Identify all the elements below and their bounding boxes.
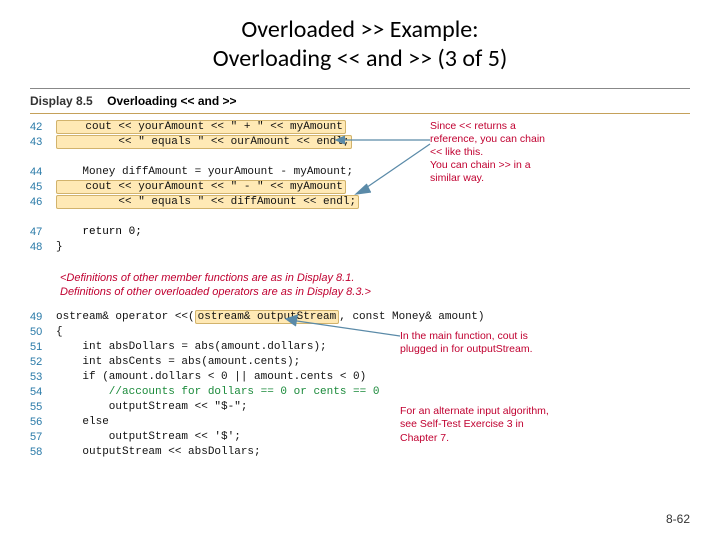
line-number: 42 [30, 120, 56, 135]
line-number: 46 [30, 195, 56, 210]
slide-title: Overloaded >> Example: Overloading << an… [30, 16, 690, 74]
line-number: 51 [30, 340, 56, 355]
line-number: 57 [30, 430, 56, 445]
arrow-icon [280, 314, 410, 344]
code-line: { [56, 325, 63, 340]
note-main-cout: In the main function, cout is plugged in… [400, 330, 600, 356]
code-line: Money diffAmount = yourAmount - myAmount… [56, 165, 353, 180]
code-line: outputStream << "$-"; [56, 400, 247, 415]
code-area: 42 cout << yourAmount << " + " << myAmou… [30, 120, 690, 461]
code-line: outputStream << absDollars; [56, 445, 261, 460]
line-number: 49 [30, 310, 56, 325]
title-line-2: Overloading << and >> (3 of 5) [213, 44, 507, 73]
code-line: return 0; [56, 225, 142, 240]
note-alt-input: For an alternate input algorithm, see Se… [400, 405, 610, 444]
code-line: << " equals " << diffAmount << endl; [56, 195, 359, 210]
note-mid-definitions: <Definitions of other member functions a… [60, 271, 720, 301]
display-title: Overloading << and >> [107, 94, 236, 108]
line-number: 53 [30, 370, 56, 385]
display-label: Display 8.5 [30, 94, 93, 108]
code-line: //accounts for dollars == 0 or cents == … [56, 385, 379, 400]
code-block-2: 49 ostream& operator <<(ostream& outputS… [30, 310, 690, 460]
code-line: else [56, 415, 109, 430]
title-line-1: Overloaded >> Example: [241, 15, 478, 44]
note-chain: Since << returns a reference, you can ch… [430, 120, 610, 186]
line-number: 58 [30, 445, 56, 460]
code-line: if (amount.dollars < 0 || amount.cents <… [56, 370, 366, 385]
line-number: 48 [30, 240, 56, 255]
line-number: 43 [30, 135, 56, 150]
line-number: 47 [30, 225, 56, 240]
page-number: 8-62 [666, 512, 690, 526]
display-header: Display 8.5 Overloading << and >> [30, 88, 690, 114]
line-number: 50 [30, 325, 56, 340]
code-line: int absCents = abs(amount.cents); [56, 355, 300, 370]
line-number: 52 [30, 355, 56, 370]
line-number: 45 [30, 180, 56, 195]
arrow-icon [330, 132, 440, 202]
code-line: cout << yourAmount << " + " << myAmount [56, 120, 346, 135]
line-number: 56 [30, 415, 56, 430]
code-line: cout << yourAmount << " - " << myAmount [56, 180, 346, 195]
code-line: } [56, 240, 63, 255]
code-line: outputStream << '$'; [56, 430, 241, 445]
code-line: ostream& operator <<(ostream& outputStre… [56, 310, 484, 325]
code-line: << " equals " << ourAmount << endl; [56, 135, 352, 150]
line-number: 55 [30, 400, 56, 415]
line-number: 54 [30, 385, 56, 400]
line-number: 44 [30, 165, 56, 180]
